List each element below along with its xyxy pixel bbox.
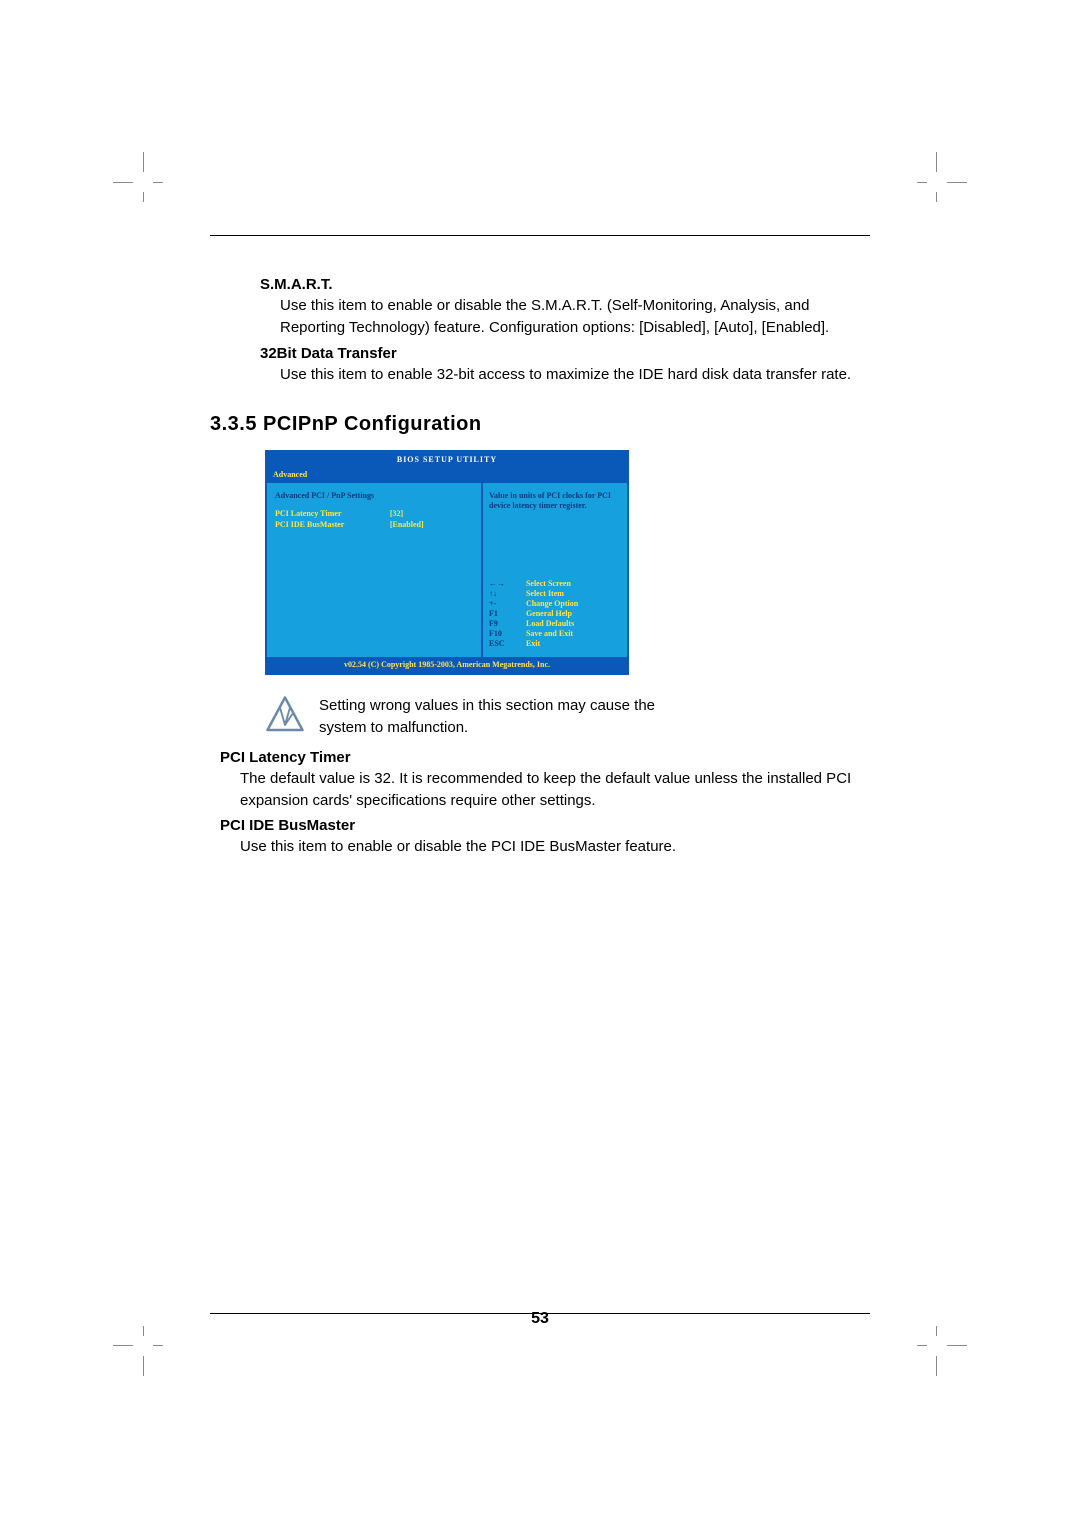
bios-row-value: [32] xyxy=(390,509,473,519)
bios-key: F1 xyxy=(489,609,526,619)
bios-left-panel: Advanced PCI / PnP Settings PCI Latency … xyxy=(267,483,483,657)
bios-row: PCI Latency Timer [32] xyxy=(275,509,473,519)
bios-key: ↑↓ xyxy=(489,589,526,599)
pci-ide-heading: PCI IDE BusMaster xyxy=(220,817,870,834)
bios-key-label: Select Item xyxy=(526,589,621,599)
bios-key-label: Change Option xyxy=(526,599,621,609)
bios-screenshot: BIOS SETUP UTILITY Advanced Advanced PCI… xyxy=(265,450,629,675)
bios-key-label: Select Screen xyxy=(526,579,621,589)
bios-key: ←→ xyxy=(489,579,526,589)
crop-mark xyxy=(927,1336,967,1376)
bios-key: ESC xyxy=(489,639,526,649)
bios-key-label: Load Defaults xyxy=(526,619,621,629)
bios-key-label: Exit xyxy=(526,639,621,649)
pci-ide-text: Use this item to enable or disable the P… xyxy=(240,836,870,858)
warning-text: Setting wrong values in this section may… xyxy=(319,695,679,739)
pci-section: PCI Latency Timer The default value is 3… xyxy=(220,749,870,858)
footer: 53 xyxy=(210,1273,870,1328)
crop-mark xyxy=(927,152,967,192)
smart-heading: S.M.A.R.T. xyxy=(260,276,870,293)
bit32-text: Use this item to enable 32-bit access to… xyxy=(280,364,870,386)
crop-mark xyxy=(113,1336,153,1376)
pci-latency-text: The default value is 32. It is recommend… xyxy=(240,768,870,812)
bios-body: Advanced PCI / PnP Settings PCI Latency … xyxy=(267,483,627,657)
content-area: S.M.A.R.T. Use this item to enable or di… xyxy=(210,235,870,858)
smart-text: Use this item to enable or disable the S… xyxy=(280,295,870,339)
bios-row-key: PCI IDE BusMaster xyxy=(275,520,390,530)
warning-box: Setting wrong values in this section may… xyxy=(265,695,870,739)
top-rule xyxy=(210,235,870,236)
pci-latency-heading: PCI Latency Timer xyxy=(220,749,870,766)
bios-key: F10 xyxy=(489,629,526,639)
bios-row: PCI IDE BusMaster [Enabled] xyxy=(275,520,473,530)
bios-key-legend: ←→Select Screen ↑↓Select Item +-Change O… xyxy=(489,579,621,649)
page-number: 53 xyxy=(210,1310,870,1328)
bios-right-panel: Value in units of PCI clocks for PCI dev… xyxy=(483,483,627,657)
bios-help-text: Value in units of PCI clocks for PCI dev… xyxy=(489,491,621,511)
page: S.M.A.R.T. Use this item to enable or di… xyxy=(0,0,1080,1528)
warning-icon xyxy=(265,695,305,735)
bios-key: F9 xyxy=(489,619,526,629)
bios-footer: v02.54 (C) Copyright 1985-2003, American… xyxy=(267,657,627,673)
bios-key: +- xyxy=(489,599,526,609)
bios-title: BIOS SETUP UTILITY xyxy=(267,452,627,468)
bios-row-value: [Enabled] xyxy=(390,520,473,530)
bios-row-key: PCI Latency Timer xyxy=(275,509,390,519)
bios-panel-heading: Advanced PCI / PnP Settings xyxy=(275,491,473,501)
section-title: 3.3.5 PCIPnP Configuration xyxy=(210,413,870,436)
bios-key-label: Save and Exit xyxy=(526,629,621,639)
smart-section: S.M.A.R.T. Use this item to enable or di… xyxy=(260,276,870,385)
bios-key-label: General Help xyxy=(526,609,621,619)
bit32-heading: 32Bit Data Transfer xyxy=(260,345,870,362)
crop-mark xyxy=(113,152,153,192)
bios-tab: Advanced xyxy=(267,468,627,483)
